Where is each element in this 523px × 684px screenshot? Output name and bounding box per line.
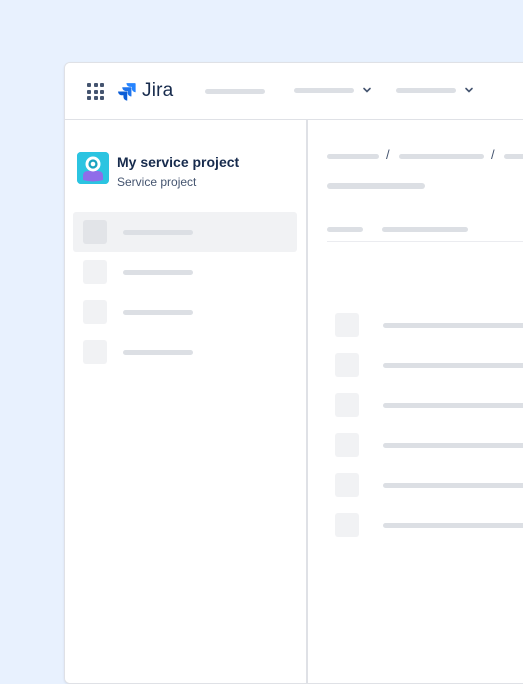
row-icon-placeholder <box>335 393 359 417</box>
project-header[interactable]: My service project Service project <box>77 152 239 191</box>
jira-logo[interactable]: Jira <box>117 80 173 102</box>
sidebar-item-label-placeholder <box>123 230 193 235</box>
nav-dropdown-label-placeholder <box>396 87 456 93</box>
table-row-placeholder[interactable] <box>335 473 523 497</box>
page-title-placeholder <box>327 183 425 189</box>
project-type: Service project <box>117 175 197 189</box>
breadcrumb-separator: / <box>386 147 390 162</box>
project-name: My service project <box>117 154 240 170</box>
row-text-placeholder <box>383 363 523 368</box>
top-navigation: Jira <box>65 63 523 120</box>
sidebar-item-label-placeholder <box>123 350 193 355</box>
sidebar-item-icon-placeholder <box>83 220 107 244</box>
nav-dropdown-1[interactable] <box>294 85 372 95</box>
main-content: / / <box>308 120 523 683</box>
row-icon-placeholder <box>335 513 359 537</box>
row-text-placeholder <box>383 483 523 488</box>
row-icon-placeholder <box>335 433 359 457</box>
table-row-placeholder[interactable] <box>335 433 523 457</box>
breadcrumb-item-placeholder[interactable] <box>504 154 523 159</box>
sidebar: My service project Service project <box>65 120 308 683</box>
app-switcher-grid-icon[interactable] <box>87 83 104 100</box>
jira-logo-text: Jira <box>142 80 174 101</box>
table-row-placeholder[interactable] <box>335 513 523 537</box>
breadcrumb-item-placeholder[interactable] <box>399 154 484 159</box>
sidebar-item-placeholder-1[interactable] <box>73 212 297 252</box>
breadcrumb-item-placeholder[interactable] <box>327 154 379 159</box>
column-header-placeholder[interactable] <box>327 227 363 232</box>
breadcrumb-separator: / <box>491 147 495 162</box>
row-icon-placeholder <box>335 473 359 497</box>
row-icon-placeholder <box>335 353 359 377</box>
sidebar-item-icon-placeholder <box>83 260 107 284</box>
nav-item-placeholder[interactable] <box>205 89 265 94</box>
sidebar-item-label-placeholder <box>123 310 193 315</box>
table-row-placeholder[interactable] <box>335 353 523 377</box>
jira-logo-icon <box>118 83 136 101</box>
service-project-avatar-icon <box>77 152 109 184</box>
jira-window: Jira My service project Service project … <box>64 62 523 684</box>
column-header-placeholder[interactable] <box>382 227 468 232</box>
chevron-down-icon <box>465 87 473 93</box>
chevron-down-icon <box>363 87 371 93</box>
row-text-placeholder <box>383 523 523 528</box>
sidebar-item-icon-placeholder <box>83 340 107 364</box>
sidebar-item-placeholder-2[interactable] <box>73 252 297 292</box>
nav-dropdown-2[interactable] <box>396 85 474 95</box>
sidebar-item-icon-placeholder <box>83 300 107 324</box>
row-text-placeholder <box>383 403 523 408</box>
row-icon-placeholder <box>335 313 359 337</box>
row-text-placeholder <box>383 323 523 328</box>
table-row-placeholder[interactable] <box>335 393 523 417</box>
row-text-placeholder <box>383 443 523 448</box>
table-header-divider <box>327 241 523 242</box>
sidebar-item-label-placeholder <box>123 270 193 275</box>
table-row-placeholder[interactable] <box>335 313 523 337</box>
sidebar-item-placeholder-3[interactable] <box>73 292 297 332</box>
nav-dropdown-label-placeholder <box>294 87 354 93</box>
sidebar-item-placeholder-4[interactable] <box>73 332 297 372</box>
